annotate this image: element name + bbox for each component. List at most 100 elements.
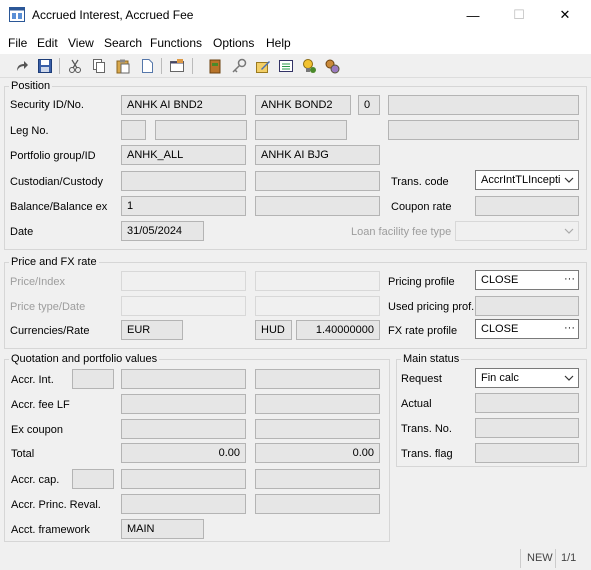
copy-icon[interactable] [90,57,108,75]
menu-view[interactable]: View [68,36,94,50]
actual-label: Actual [401,398,432,410]
accr-cap-currency-field[interactable] [72,469,114,489]
security-extra-field[interactable] [388,95,579,115]
security-id-field[interactable]: ANHK AI BND2 [121,95,246,115]
cut-icon[interactable] [66,57,84,75]
trans-code-select[interactable]: AccrIntTLIncepti [475,170,579,190]
menu-edit[interactable]: Edit [37,36,58,50]
accr-int-field[interactable] [121,369,246,389]
edit-icon[interactable] [254,57,272,75]
request-select[interactable]: Fin calc [475,368,579,388]
security-name-field[interactable]: ANHK BOND2 [255,95,351,115]
redo-icon[interactable] [13,57,31,75]
new-document-icon[interactable] [138,57,156,75]
accr-int-port-field[interactable] [255,369,380,389]
ref-currency-field[interactable]: HUD [255,320,292,340]
menu-search[interactable]: Search [104,36,142,50]
status-mode: NEW [527,552,553,564]
fx-profile-field[interactable]: CLOSE ··· [475,319,579,339]
browse-button[interactable]: ··· [564,320,575,338]
currency-field[interactable]: EUR [121,320,183,340]
custodian-label: Custodian/Custody [10,176,103,188]
used-pricing-label: Used pricing prof. [388,301,475,313]
fx-profile-value: CLOSE [481,323,519,335]
fx-rate-field[interactable]: 1.40000000 [296,320,380,340]
leg-field-2[interactable] [155,120,247,140]
loan-fee-select[interactable] [455,221,579,241]
trans-no-label: Trans. No. [401,423,452,435]
properties-icon[interactable] [168,57,186,75]
accr-cap-field[interactable] [121,469,246,489]
portfolio-group-field[interactable]: ANHK_ALL [121,145,246,165]
key-icon[interactable] [230,57,248,75]
paste-icon[interactable] [114,57,132,75]
used-pricing-field[interactable] [475,296,579,316]
portfolio-id-field[interactable]: ANHK AI BJG [255,145,380,165]
index-field[interactable] [255,271,380,291]
close-button[interactable]: ✕ [542,0,588,30]
pricing-profile-field[interactable]: CLOSE ··· [475,270,579,290]
ex-coupon-field[interactable] [121,419,246,439]
app-icon [9,7,25,22]
total-field[interactable]: 0.00 [121,443,246,463]
accr-fee-field[interactable] [121,394,246,414]
quotation-legend: Quotation and portfolio values [11,353,158,365]
custodian-field[interactable] [121,171,246,191]
browse-button[interactable]: ··· [564,271,575,289]
reval-port-field[interactable] [255,494,380,514]
leg-field-4[interactable] [388,120,579,140]
trans-no-field[interactable] [475,418,579,438]
accr-fee-label: Accr. fee LF [11,399,70,411]
menu-bar: File Edit View Search Functions Options … [0,32,591,54]
accr-cap-port-field[interactable] [255,469,380,489]
actual-field[interactable] [475,393,579,413]
price-fx-legend: Price and FX rate [11,256,97,268]
date-field[interactable]: 31/05/2024 [121,221,204,241]
menu-functions[interactable]: Functions [150,36,202,50]
maximize-button[interactable]: ☐ [496,0,542,30]
accr-cap-label: Accr. cap. [11,474,60,486]
balance-label: Balance/Balance ex [10,201,108,213]
list-icon[interactable] [277,57,295,75]
menu-help[interactable]: Help [266,36,291,50]
accr-fee-port-field[interactable] [255,394,380,414]
menu-file[interactable]: File [8,36,27,50]
pricing-profile-value: CLOSE [481,274,519,286]
ex-coupon-port-field[interactable] [255,419,380,439]
price-field[interactable] [121,271,246,291]
loan-fee-label: Loan facility fee type [351,226,452,238]
security-no-field[interactable]: 0 [358,95,380,115]
date-label: Date [10,226,34,238]
leg-no-field[interactable] [121,120,146,140]
price-label: Price/Index [10,276,66,288]
price-type-field[interactable] [121,296,246,316]
request-value: Fin calc [481,372,519,384]
bulb-icon[interactable] [300,57,318,75]
custody-field[interactable] [255,171,380,191]
reval-label: Accr. Princ. Reval. [11,499,101,511]
menu-options[interactable]: Options [213,36,254,50]
reval-field[interactable] [121,494,246,514]
save-icon[interactable] [36,57,54,75]
leg-field-3[interactable] [255,120,347,140]
close-icon: ✕ [559,7,571,22]
status-separator [555,549,556,568]
balance-field[interactable]: 1 [121,196,246,216]
portfolio-label: Portfolio group/ID [10,150,96,162]
trans-flag-field[interactable] [475,443,579,463]
pricing-profile-label: Pricing profile [388,276,455,288]
coupon-rate-field[interactable] [475,196,579,216]
accr-int-currency-field[interactable] [72,369,114,389]
framework-field[interactable]: MAIN [121,519,204,539]
trans-code-value: AccrIntTLIncepti [481,174,561,186]
price-date-field[interactable] [255,296,380,316]
settings-icon[interactable] [323,57,341,75]
status-record: 1/1 [561,552,577,564]
chevron-down-icon [563,171,575,189]
title-bar: Accrued Interest, Accrued Fee — ☐ ✕ [0,0,591,32]
book-icon[interactable] [206,57,224,75]
coupon-rate-label: Coupon rate [391,201,452,213]
balance-ex-field[interactable] [255,196,380,216]
total-port-field[interactable]: 0.00 [255,443,380,463]
minimize-button[interactable]: — [450,0,496,30]
